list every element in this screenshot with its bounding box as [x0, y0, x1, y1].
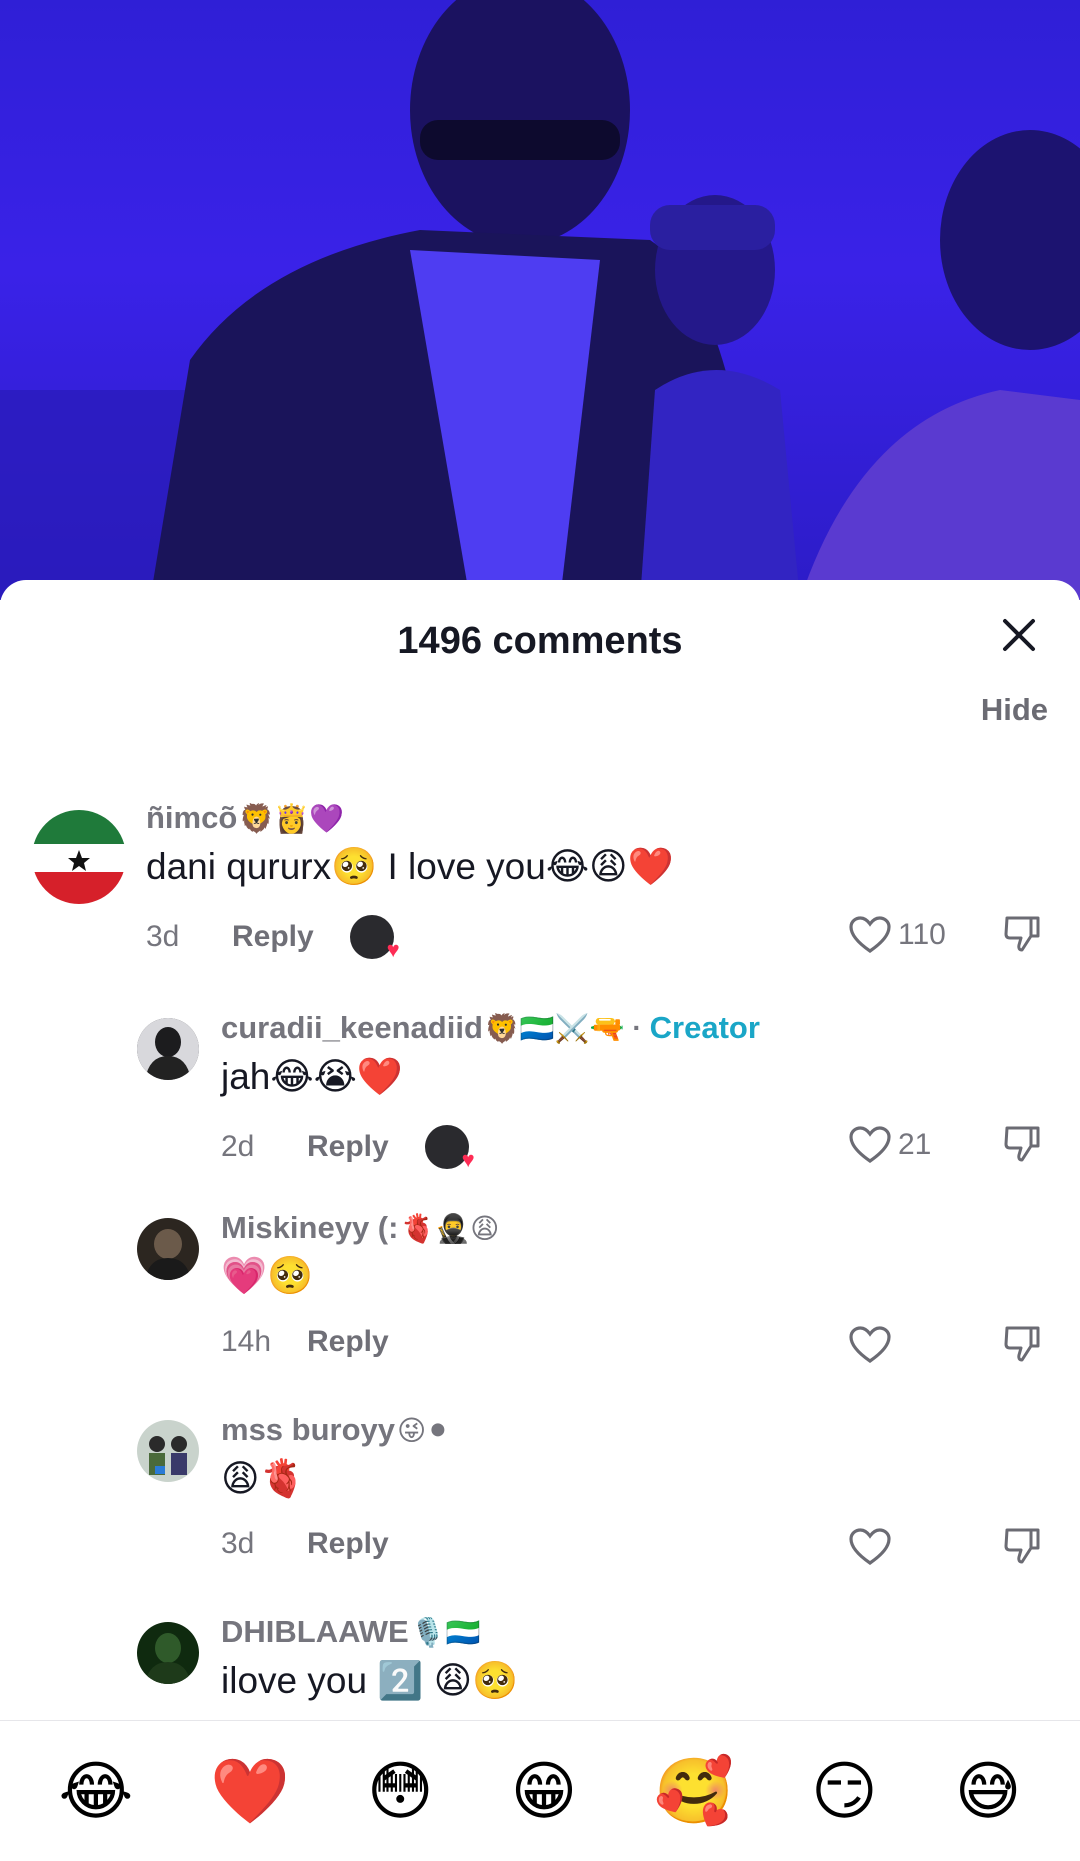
comment-text: ilove you 2️⃣ 😩🥺: [221, 1660, 519, 1701]
username-emojis: 🦁👸💜: [239, 802, 344, 834]
video-player-background[interactable]: [0, 0, 1080, 600]
comment-text: 😩🫀: [221, 1458, 306, 1499]
reply-button[interactable]: Reply: [232, 920, 314, 954]
comment-meta: 14h Reply: [221, 1325, 425, 1359]
creator-badge: Creator: [649, 1010, 760, 1045]
heart-outline-icon: [849, 1126, 891, 1163]
thumbs-down-icon: [1004, 916, 1040, 952]
comment-time: 3d: [146, 920, 180, 953]
username-text: DHIBLAAWE: [221, 1614, 409, 1649]
thumbs-down-icon: [1004, 1326, 1040, 1362]
emoji-smirk-button[interactable]: 😏: [811, 1759, 878, 1823]
reply-button[interactable]: Reply: [307, 1325, 389, 1359]
close-icon: [1003, 619, 1035, 651]
close-button[interactable]: [994, 610, 1044, 660]
heart-icon: ♥: [386, 937, 400, 962]
username-text: curadii_keenadiid: [221, 1010, 483, 1045]
emoji-flushed-button[interactable]: 😳: [367, 1759, 434, 1823]
dislike-button[interactable]: [1002, 914, 1042, 959]
dislike-button[interactable]: [1002, 1526, 1042, 1571]
avatar[interactable]: [137, 1420, 199, 1482]
creator-liked-avatar: ♥: [424, 1125, 475, 1172]
username-emojis: 😜⚫: [397, 1414, 450, 1446]
like-count: 110: [898, 918, 946, 951]
avatar[interactable]: [137, 1018, 199, 1080]
quick-emoji-bar: 😂 ❤️ 😳 😁 🥰 😏 😅: [0, 1721, 1080, 1861]
creator-liked-avatar: ♥: [349, 915, 400, 962]
username-emojis: 🎙️🇸🇱: [410, 1616, 481, 1648]
dislike-button[interactable]: [1002, 1324, 1042, 1369]
video-frame-illustration: [0, 0, 1080, 600]
heart-outline-icon: [849, 1326, 891, 1363]
flag-avatar-icon: [32, 810, 126, 904]
reply-button[interactable]: Reply: [307, 1527, 389, 1561]
like-button[interactable]: [848, 1527, 898, 1567]
avatar[interactable]: [32, 810, 126, 904]
comment-text: dani qururx🥺 I love you😂😩❤️: [146, 846, 674, 887]
avatar[interactable]: [137, 1622, 199, 1684]
comments-count-title: 1496 comments: [397, 620, 683, 662]
thumbs-down-icon: [1004, 1528, 1040, 1564]
comment-meta: 2d Reply ♥: [221, 1125, 475, 1172]
comment-username[interactable]: Miskineyy (: 🫀🥷😩: [221, 1210, 499, 1246]
comment-username[interactable]: mss buroyy 😜⚫: [221, 1412, 450, 1448]
heart-icon: ♥: [461, 1147, 475, 1172]
emoji-sweat-smile-button[interactable]: 😅: [955, 1759, 1022, 1823]
emoji-grin-button[interactable]: 😁: [511, 1759, 578, 1823]
comment-text: jah😂😭❤️: [221, 1056, 403, 1097]
person-photo-icon: [137, 1218, 199, 1280]
heart-outline-icon: [849, 916, 891, 953]
avatar[interactable]: [137, 1218, 199, 1280]
emoji-smiling-hearts-button[interactable]: 🥰: [654, 1759, 734, 1823]
emoji-heart-button[interactable]: ❤️: [210, 1759, 290, 1823]
username-text: ñimcõ: [146, 800, 238, 835]
person-photo-icon: [137, 1622, 199, 1684]
comment-meta: 3d Reply ♥: [146, 915, 400, 962]
reply-button[interactable]: Reply: [307, 1130, 389, 1164]
comment-meta: 3d Reply: [221, 1527, 425, 1561]
person-photo-icon: [137, 1018, 199, 1080]
comment-username[interactable]: curadii_keenadiid 🦁🇸🇱⚔️🔫 · Creator: [221, 1010, 760, 1046]
username-emojis: 🫀🥷😩: [400, 1212, 500, 1244]
username-text: Miskineyy (:: [221, 1210, 399, 1245]
comment-username[interactable]: ñimcõ 🦁👸💜: [146, 800, 344, 836]
username-emojis: 🦁🇸🇱⚔️🔫: [484, 1012, 625, 1044]
like-button[interactable]: 110: [848, 915, 946, 955]
comment-username[interactable]: DHIBLAAWE 🎙️🇸🇱: [221, 1614, 480, 1650]
emoji-joy-button[interactable]: 😂: [58, 1759, 133, 1823]
comment-time: 14h: [221, 1325, 272, 1358]
dislike-button[interactable]: [1002, 1124, 1042, 1169]
thumbs-down-icon: [1004, 1126, 1040, 1162]
like-count: 21: [898, 1128, 932, 1161]
hide-button[interactable]: Hide: [981, 692, 1048, 728]
comment-text: 💗🥺: [221, 1255, 314, 1296]
group-photo-icon: [137, 1420, 199, 1482]
comment-time: 2d: [221, 1130, 255, 1163]
like-button[interactable]: 21: [848, 1125, 931, 1165]
creator-separator: ·: [632, 1012, 642, 1043]
comment-time: 3d: [221, 1527, 255, 1560]
heart-outline-icon: [849, 1528, 891, 1565]
username-text: mss buroyy: [221, 1412, 396, 1447]
like-button[interactable]: [848, 1325, 898, 1365]
